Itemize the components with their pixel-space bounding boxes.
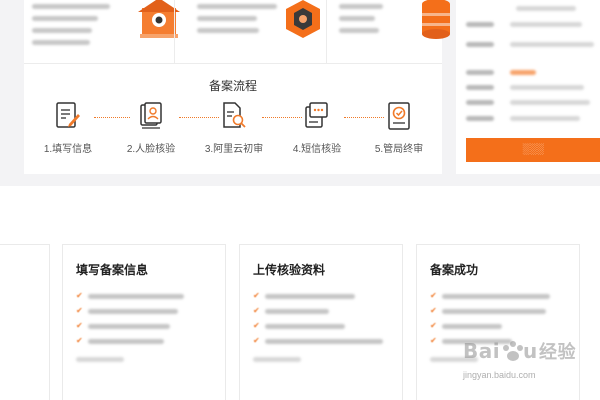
account-info-card: ░░░ <box>456 0 600 174</box>
list-item[interactable]: ✔ <box>253 321 393 331</box>
message-verify-icon <box>305 102 328 128</box>
blurred-text <box>197 16 257 21</box>
blurred-text <box>197 4 277 9</box>
document-search-icon <box>223 102 246 128</box>
step-label: 3.阿里云初审 <box>204 144 264 155</box>
blurred-text <box>339 4 383 9</box>
check-icon: ✔ <box>253 306 260 315</box>
check-icon: ✔ <box>430 306 437 315</box>
step-label: 4.短信核验 <box>292 144 342 155</box>
info-tile-1[interactable] <box>24 0 180 64</box>
step-label: 5.管局终审 <box>374 144 424 155</box>
list-item[interactable]: ✔ <box>430 306 570 316</box>
partial-card <box>0 244 50 400</box>
check-icon: ✔ <box>76 306 83 315</box>
info-tile-2[interactable] <box>174 0 326 64</box>
blurred-text <box>32 28 92 33</box>
svg-text:Bai: Bai <box>463 339 500 363</box>
primary-action-button[interactable]: ░░░ <box>466 138 600 162</box>
card-upload-materials: 上传核验资料 ✔ ✔ ✔ ✔ <box>239 244 403 400</box>
list-item[interactable]: ✔ <box>253 291 393 301</box>
step-label: 2.人脸核验 <box>126 144 176 155</box>
check-icon: ✔ <box>76 321 83 330</box>
list-item[interactable]: ✔ <box>76 321 216 331</box>
list-item[interactable]: ✔ <box>253 336 393 346</box>
form-edit-icon <box>56 102 80 128</box>
step-label: 1.填写信息 <box>43 144 93 155</box>
blurred-text <box>339 28 379 33</box>
process-step-fill-info: 1.填写信息 <box>28 102 108 155</box>
list-item[interactable]: ✔ <box>76 291 216 301</box>
baidu-jingyan-logo-icon: Bai u 经验 <box>463 339 576 363</box>
check-icon: ✔ <box>430 291 437 300</box>
card-title: 上传核验资料 <box>253 263 326 277</box>
process-step-sms-verify: 4.短信核验 <box>277 102 357 155</box>
info-tiles <box>24 0 450 64</box>
card-title: 填写备案信息 <box>76 263 149 277</box>
blurred-text <box>32 4 110 9</box>
svg-text:经验: 经验 <box>539 341 576 363</box>
shield-hexagon-icon <box>286 0 320 38</box>
list-item[interactable]: ✔ <box>253 306 393 316</box>
more-link[interactable] <box>76 357 124 362</box>
list-item[interactable]: ✔ <box>430 291 570 301</box>
list-item[interactable]: ✔ <box>430 321 570 331</box>
check-icon: ✔ <box>76 291 83 300</box>
list-item[interactable]: ✔ <box>76 306 216 316</box>
database-icon <box>422 0 450 39</box>
check-icon: ✔ <box>253 336 260 345</box>
watermark-url: jingyan.baidu.com <box>463 370 536 380</box>
filing-overview-card: 备案流程 1.填写信息 2.人脸核验 3.阿里云初审 4.短信核验 5.管局终审 <box>24 0 450 174</box>
card-title: 备案成功 <box>430 263 479 277</box>
svg-text:u: u <box>523 339 538 363</box>
process-title: 备案流程 <box>208 79 257 93</box>
check-icon: ✔ <box>253 291 260 300</box>
blurred-text <box>197 28 259 33</box>
face-id-icon <box>140 102 162 129</box>
check-icon: ✔ <box>430 321 437 330</box>
process-step-face-verify: 2.人脸核验 <box>111 102 191 155</box>
info-tile-3[interactable] <box>326 0 450 64</box>
check-icon: ✔ <box>430 336 437 345</box>
blurred-text <box>339 16 375 21</box>
top-section: 备案流程 1.填写信息 2.人脸核验 3.阿里云初审 4.短信核验 5.管局终审… <box>0 0 600 186</box>
card-fill-info: 填写备案信息 ✔ ✔ ✔ ✔ <box>62 244 226 400</box>
check-icon: ✔ <box>76 336 83 345</box>
approval-badge-icon <box>388 102 410 130</box>
check-icon: ✔ <box>253 321 260 330</box>
watermark: Bai u 经验 jingyan.baidu.com <box>463 334 593 394</box>
process-step-final-approval: 5.管局终审 <box>359 102 439 155</box>
blurred-text <box>32 16 98 21</box>
more-link[interactable] <box>253 357 301 362</box>
process-step-aliyun-review: 3.阿里云初审 <box>194 102 274 155</box>
list-item[interactable]: ✔ <box>76 336 216 346</box>
blurred-text <box>32 40 90 45</box>
